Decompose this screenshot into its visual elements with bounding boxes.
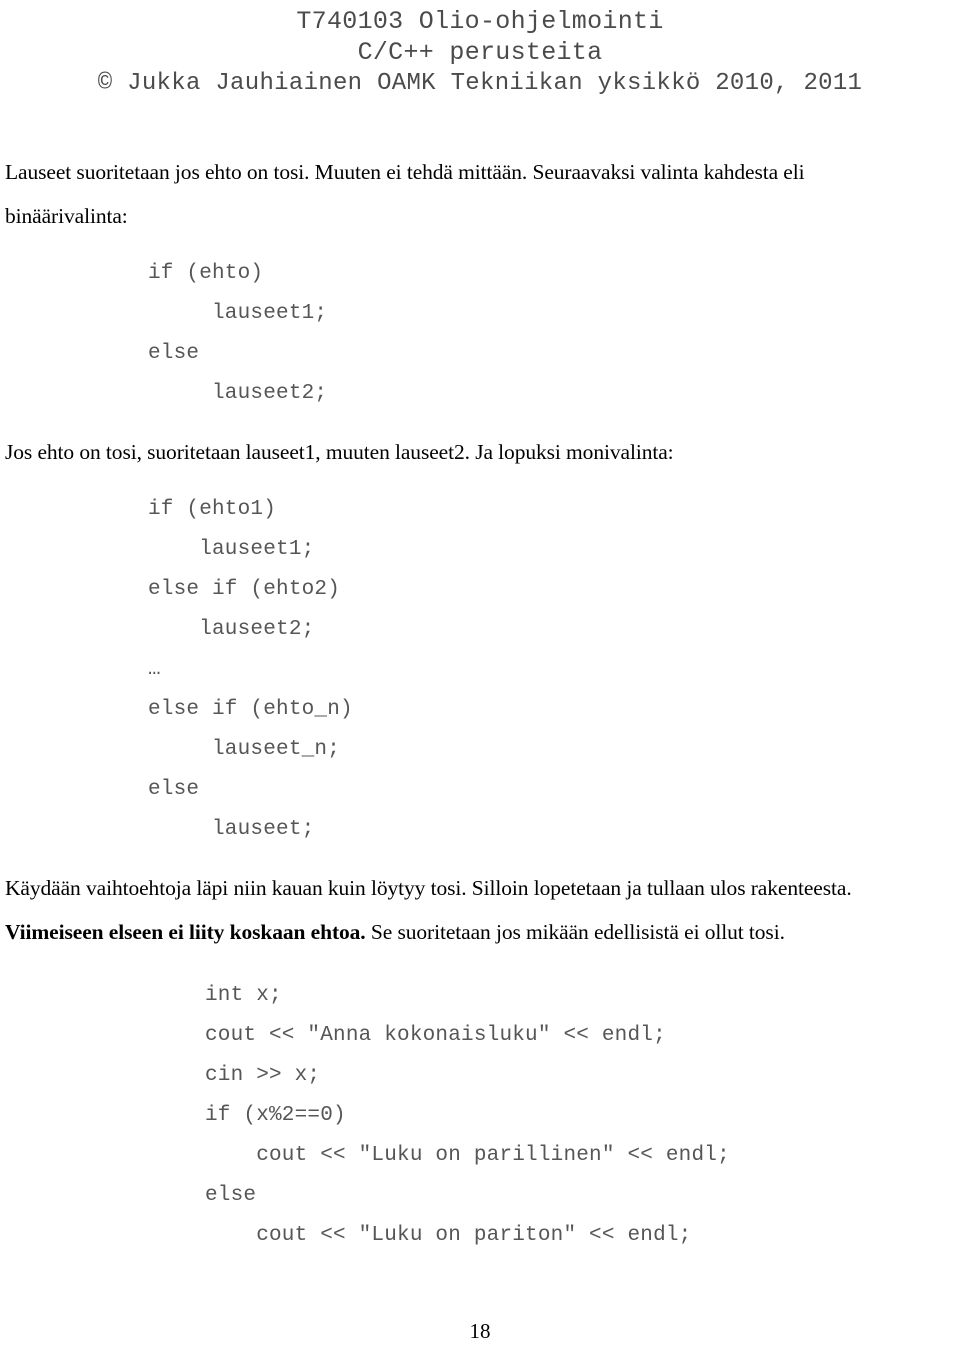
code-block-binary-if: if (ehto) lauseet1; else lauseet2;	[148, 262, 328, 405]
paragraph-2: Jos ehto on tosi, suoritetaan lauseet1, …	[5, 440, 674, 464]
paragraph-4: Viimeiseen elseen ei liity koskaan ehtoa…	[5, 910, 931, 954]
document-header: T740103 Olio-ohjelmointi C/C++ perusteit…	[0, 6, 960, 99]
page-number: 18	[469, 1319, 491, 1343]
document-content: Lauseet suoritetaan jos ehto on tosi. Mu…	[5, 150, 931, 1256]
document-page: T740103 Olio-ohjelmointi C/C++ perusteit…	[0, 0, 960, 1357]
paragraph-1: Lauseet suoritetaan jos ehto on tosi. Mu…	[5, 160, 805, 228]
copyright-line: © Jukka Jauhiainen OAMK Tekniikan yksikk…	[97, 70, 863, 97]
paragraph-4-bold: Viimeiseen elseen ei liity koskaan ehtoa…	[5, 920, 366, 944]
code-block-parity-example: int x; cout << "Anna kokonaisluku" << en…	[205, 984, 730, 1247]
code-block-multi-if: if (ehto1) lauseet1; else if (ehto2) lau…	[148, 498, 353, 841]
paragraph-3: Käydään vaihtoehtoja läpi niin kauan kui…	[5, 876, 852, 900]
course-subtitle: C/C++ perusteita	[357, 38, 603, 67]
course-title: T740103 Olio-ohjelmointi	[296, 7, 664, 36]
paragraph-4-rest: Se suoritetaan jos mikään edellisistä ei…	[365, 920, 785, 944]
